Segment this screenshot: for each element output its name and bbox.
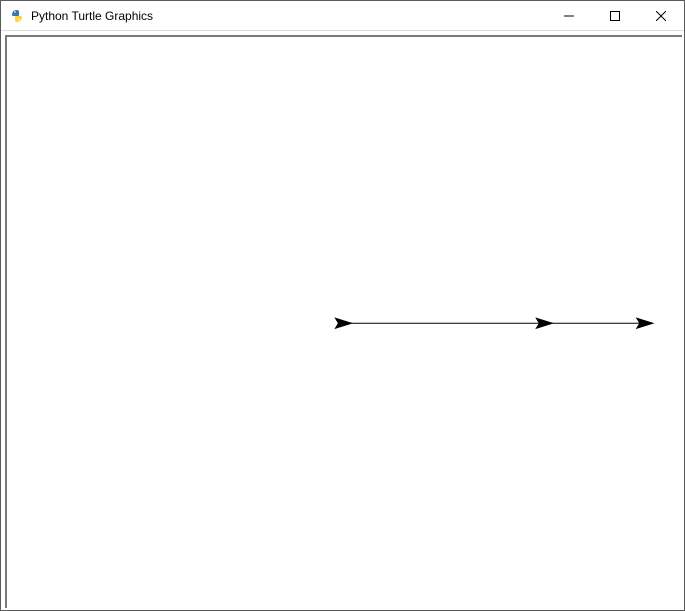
app-icon	[9, 8, 25, 24]
maximize-button[interactable]	[592, 1, 638, 30]
client-area	[5, 35, 682, 608]
turtle-canvas	[7, 37, 682, 610]
window-title: Python Turtle Graphics	[31, 9, 153, 23]
app-window: Python Turtle Graphics	[0, 0, 685, 611]
window-controls	[546, 1, 684, 30]
close-button[interactable]	[638, 1, 684, 30]
minimize-button[interactable]	[546, 1, 592, 30]
titlebar[interactable]: Python Turtle Graphics	[1, 1, 684, 31]
